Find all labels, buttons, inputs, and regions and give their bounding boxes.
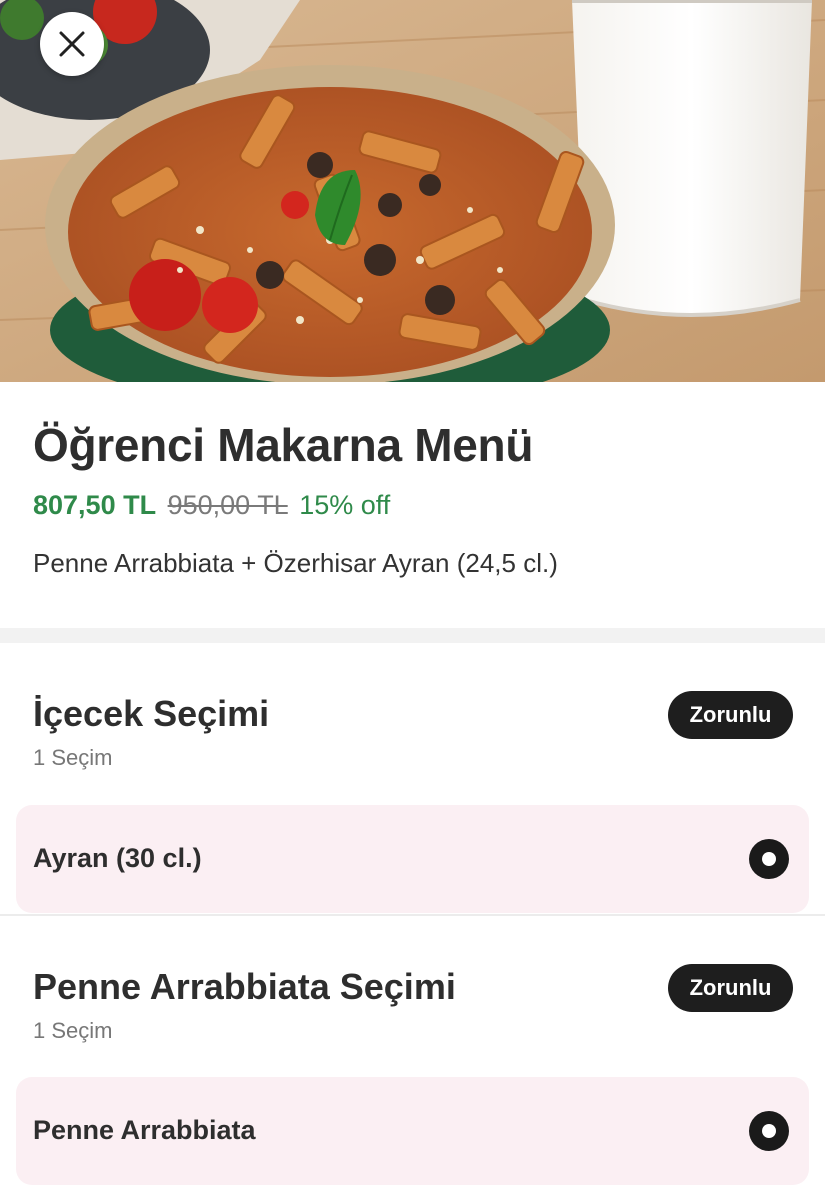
close-icon — [59, 31, 85, 57]
product-hero-image — [0, 0, 825, 382]
group-title: İçecek Seçimi — [33, 693, 270, 734]
required-badge: Zorunlu — [668, 691, 793, 739]
option-label: Ayran (30 cl.) — [33, 843, 202, 873]
section-divider — [0, 628, 825, 643]
close-button[interactable] — [40, 12, 104, 76]
product-info: Öğrenci Makarna Menü 807,50 TL 950,00 TL… — [0, 382, 825, 628]
option-item[interactable]: Ayran (30 cl.) — [16, 805, 809, 913]
option-item[interactable]: Penne Arrabbiata — [16, 1077, 809, 1185]
pasta-bowl-photo — [0, 0, 825, 382]
option-group-pasta: Penne Arrabbiata Seçimi 1 Seçim Zorunlu … — [0, 916, 825, 1200]
radio-dot-icon — [762, 852, 776, 866]
option-group-drink: İçecek Seçimi 1 Seçim Zorunlu Ayran (30 … — [0, 643, 825, 914]
radio-selected[interactable] — [749, 1111, 789, 1151]
radio-dot-icon — [762, 1124, 776, 1138]
required-badge: Zorunlu — [668, 964, 793, 1012]
option-label: Penne Arrabbiata — [33, 1115, 256, 1145]
group-subtitle: 1 Seçim — [33, 1018, 113, 1043]
group-subtitle: 1 Seçim — [33, 745, 113, 770]
radio-selected[interactable] — [749, 839, 789, 879]
price-current: 807,50 TL — [33, 490, 157, 520]
price-original: 950,00 TL — [167, 490, 288, 520]
discount-label: 15% off — [299, 490, 391, 520]
product-title: Öğrenci Makarna Menü — [33, 419, 534, 471]
product-description: Penne Arrabbiata + Özerhisar Ayran (24,5… — [33, 548, 558, 578]
group-title: Penne Arrabbiata Seçimi — [33, 966, 456, 1007]
price-row: 807,50 TL 950,00 TL 15% off — [33, 490, 390, 521]
